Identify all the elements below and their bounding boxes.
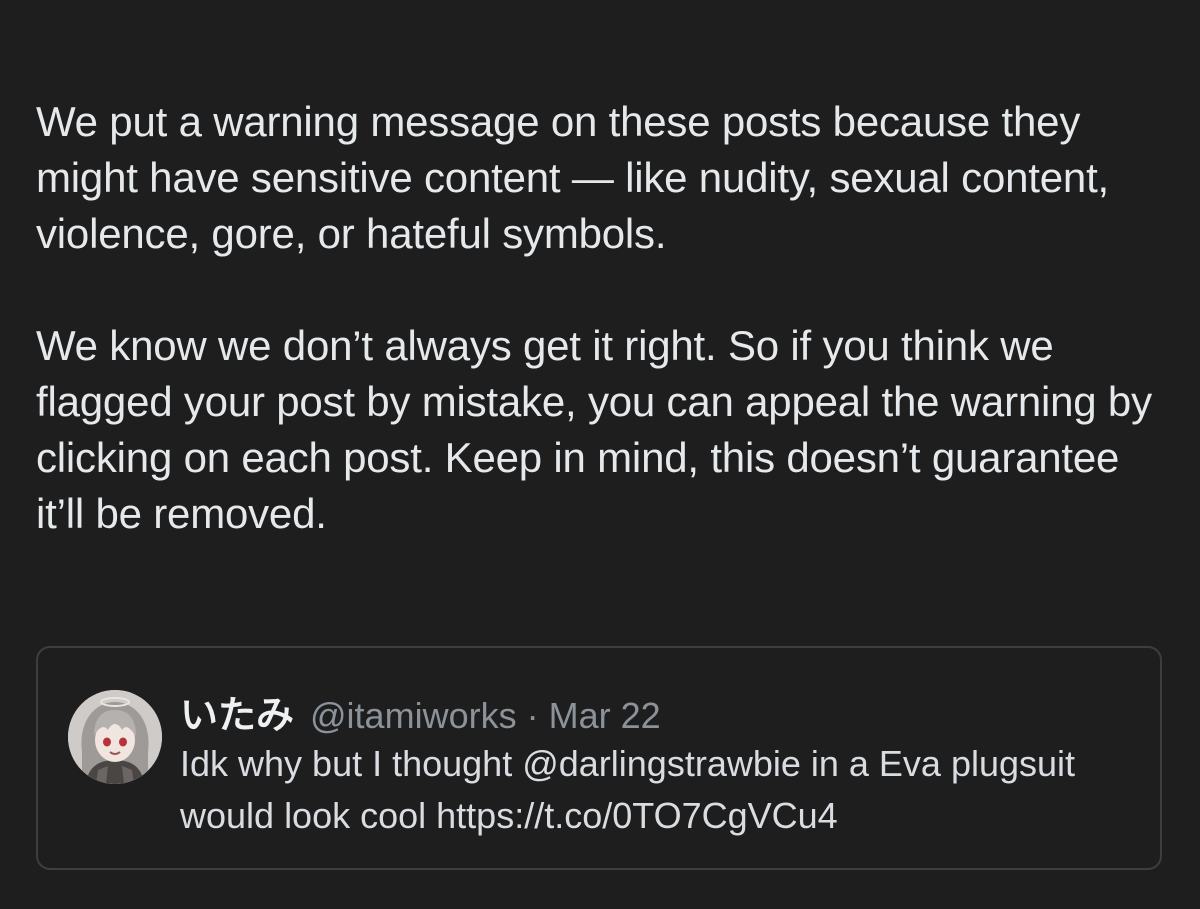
display-name[interactable]: いたみ: [180, 684, 294, 739]
tweet-header: いたみ @itamiworks · Mar 22: [180, 684, 1136, 737]
anime-avatar-icon[interactable]: [68, 690, 162, 784]
notice-paragraph-1: We put a warning message on these posts …: [36, 98, 1110, 257]
tweet-text: Idk why but I thought @darlingstrawbie i…: [180, 743, 1076, 836]
quoted-tweet-card[interactable]: いたみ @itamiworks · Mar 22 Idk why but I t…: [36, 646, 1162, 870]
separator-dot: ·: [526, 695, 539, 736]
tweet-date[interactable]: Mar 22: [549, 695, 661, 737]
quoted-tweet-body: いたみ @itamiworks · Mar 22 Idk why but I t…: [180, 684, 1136, 842]
user-handle[interactable]: @itamiworks: [310, 695, 517, 737]
notice-paragraph-2: We know we don’t always get it right. So…: [36, 322, 1152, 537]
sensitive-content-notice: We put a warning message on these posts …: [36, 94, 1176, 542]
